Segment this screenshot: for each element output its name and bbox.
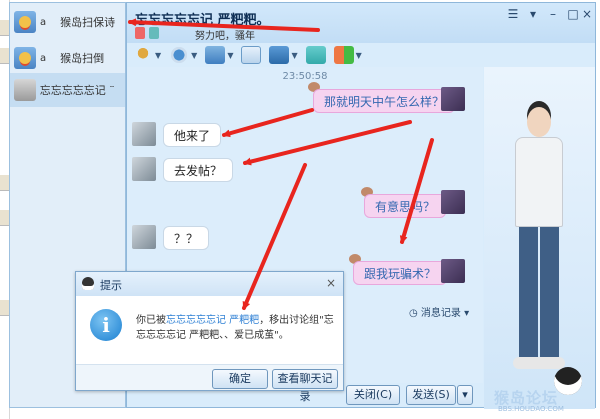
qq-avatar-icon — [14, 11, 36, 33]
character-panel: 猴岛论坛 BBS.HOUDAO.COM — [484, 67, 595, 413]
chevron-down-icon[interactable]: ▼ — [191, 51, 197, 60]
figure-body — [515, 137, 563, 227]
dialog-text-highlight[interactable]: 忘忘忘忘忘记 严粑粑 — [166, 315, 259, 326]
camera-icon[interactable] — [169, 46, 190, 64]
message-bubble: 那就明天中午怎么样？ — [313, 89, 456, 113]
sender-avatar[interactable] — [132, 157, 156, 181]
dialog-text-prefix: 你已被 — [136, 315, 166, 326]
session-name: 猴岛扫倒 — [60, 52, 105, 65]
notice-dialog: 提示 × i 你已被忘忘忘忘忘记 严粑粑，移出讨论组"忘忘忘忘忘记 严粑粑、、爱… — [75, 271, 344, 403]
message-bubble: 有意思吗？ — [364, 194, 447, 218]
dialog-title: 提示 — [100, 279, 122, 292]
dialog-message: 你已被忘忘忘忘忘记 严粑粑，移出讨论组"忘忘忘忘忘记 严粑粑、、爱已成茧"。 — [136, 313, 336, 343]
chat-toolbar: ▼ ▼ ▼ ▼ ▼ — [127, 43, 595, 67]
status-icon — [135, 27, 145, 39]
message-timestamp: 23:50:58 — [282, 71, 328, 82]
session-item[interactable]: a 猴岛扫保诗 — [10, 5, 125, 39]
watermark-url: BBS.HOUDAO.COM — [498, 405, 564, 413]
session-name: 忘忘忘忘忘记 ¨ — [39, 84, 115, 97]
history-link[interactable]: ◷ 消息记录 ▾ — [409, 304, 469, 319]
chevron-down-icon[interactable]: ▼ — [356, 51, 362, 60]
view-history-button[interactable]: 查看聊天记录 — [272, 369, 338, 403]
close-icon[interactable]: × — [579, 7, 595, 21]
group-avatar-icon — [14, 79, 36, 101]
chevron-down-icon[interactable]: ▼ — [227, 51, 233, 60]
sender-avatar[interactable] — [441, 87, 465, 111]
send-options-button[interactable]: ▾ — [457, 385, 473, 405]
mic-icon[interactable] — [133, 46, 153, 64]
screen-share-icon[interactable] — [269, 46, 290, 64]
chevron-down-icon[interactable]: ▼ — [155, 51, 161, 60]
history-label: 消息记录 — [420, 308, 461, 319]
settings-icon[interactable]: ☰ — [505, 7, 521, 21]
info-icon: i — [90, 309, 122, 341]
avatar-figure — [509, 107, 569, 377]
chevron-down-icon[interactable]: ▼ — [291, 51, 297, 60]
skin-icon[interactable]: ▾ — [525, 7, 541, 21]
ok-button[interactable]: 确定 — [212, 369, 268, 389]
sender-avatar[interactable] — [132, 225, 156, 249]
session-item[interactable]: a 猴岛扫倒 — [10, 41, 125, 75]
screen: a 猴岛扫保诗 a 猴岛扫倒 忘忘忘忘忘记 ¨ 忘忘忘忘忘记 严粑粑。 努力吧，… — [0, 0, 600, 419]
qq-avatar-icon — [14, 47, 36, 69]
file-transfer-icon[interactable] — [205, 46, 226, 64]
session-prefix: a — [40, 16, 47, 28]
session-item-selected[interactable]: 忘忘忘忘忘记 ¨ — [10, 73, 125, 107]
dialog-header: 提示 × — [76, 272, 343, 296]
session-prefix: a — [40, 52, 47, 64]
sender-avatar[interactable] — [441, 190, 465, 214]
figure-head — [527, 107, 551, 137]
signature: 努力吧，骚年 — [195, 31, 255, 42]
chat-title: 忘忘忘忘忘记 严粑粑。 — [135, 13, 270, 28]
close-icon[interactable]: × — [326, 276, 336, 290]
session-name: 猴岛扫保诗 — [60, 16, 116, 29]
title-bar: 忘忘忘忘忘记 严粑粑。 努力吧，骚年 ☰ ▾ – □ × — [127, 3, 595, 43]
qq-penguin-icon — [82, 277, 94, 290]
send-button[interactable]: 发送(S) — [406, 385, 456, 405]
sender-avatar[interactable] — [132, 122, 156, 146]
figure-shoes — [513, 357, 565, 369]
remote-share-icon[interactable] — [305, 46, 326, 64]
sender-avatar[interactable] — [441, 259, 465, 283]
apps-icon[interactable] — [333, 46, 354, 64]
close-button[interactable]: 关闭(C) — [346, 385, 400, 405]
message-bubble: ？？ — [163, 226, 210, 250]
message-bubble: 去发帖？ — [163, 158, 234, 182]
penguin-icon[interactable] — [554, 367, 582, 395]
dialog-footer: 确定 查看聊天记录 — [76, 364, 343, 403]
figure-legs — [519, 227, 559, 357]
message-bubble: 他来了 — [163, 123, 222, 147]
level-icon — [149, 27, 159, 39]
minimize-icon[interactable]: – — [545, 7, 561, 21]
message-icon[interactable] — [241, 46, 262, 64]
message-bubble: 跟我玩骗术？ — [353, 261, 448, 285]
